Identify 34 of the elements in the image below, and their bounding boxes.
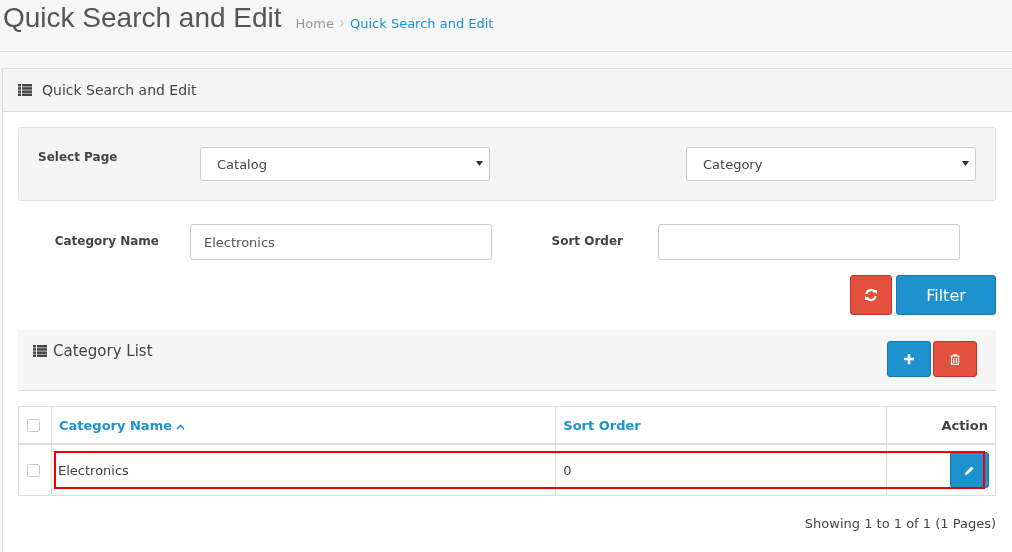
breadcrumb-link[interactable]: Quick Search and Edit xyxy=(350,16,494,31)
filter-input[interactable]: Electronics xyxy=(190,224,492,260)
delete-button[interactable] xyxy=(933,341,977,377)
list-title: Category List xyxy=(53,342,153,360)
filter-input[interactable] xyxy=(658,224,960,260)
sort-column-link[interactable]: Sort Order xyxy=(563,417,641,433)
table-cell: Electronics xyxy=(58,462,129,478)
list-icon xyxy=(18,84,32,96)
row-checkbox[interactable] xyxy=(27,463,40,477)
plus-icon xyxy=(904,354,914,364)
dropdown-caret-icon xyxy=(476,161,483,166)
sort-column-link[interactable]: Category Name xyxy=(59,417,185,433)
add-button[interactable] xyxy=(887,341,931,377)
edit-button[interactable] xyxy=(950,452,989,488)
panel-title: Quick Search and Edit xyxy=(42,82,197,98)
pencil-icon xyxy=(964,464,975,476)
chevron-icon xyxy=(340,20,344,27)
list-icon xyxy=(33,345,47,357)
filter-label: Sort Order xyxy=(550,233,624,248)
page-select[interactable]: Catalog xyxy=(200,147,490,181)
dropdown-caret-icon xyxy=(962,161,969,166)
select-all-checkbox[interactable] xyxy=(27,418,40,432)
filter-label: Category Name xyxy=(53,233,160,248)
trash-icon xyxy=(950,353,960,365)
page-title: Quick Search and Edit xyxy=(3,1,282,35)
breadcrumb-link[interactable]: Home xyxy=(295,16,334,31)
column-header: Action xyxy=(941,417,988,433)
page-select[interactable]: Category xyxy=(686,147,976,181)
reset-button[interactable] xyxy=(850,275,892,315)
select-page-label: Select Page xyxy=(38,149,119,164)
refresh-icon xyxy=(864,288,878,302)
table-cell: 0 xyxy=(563,462,572,478)
filter-button[interactable]: Filter xyxy=(896,275,996,315)
pagination-text: Showing 1 to 1 of 1 (1 Pages) xyxy=(804,516,996,531)
